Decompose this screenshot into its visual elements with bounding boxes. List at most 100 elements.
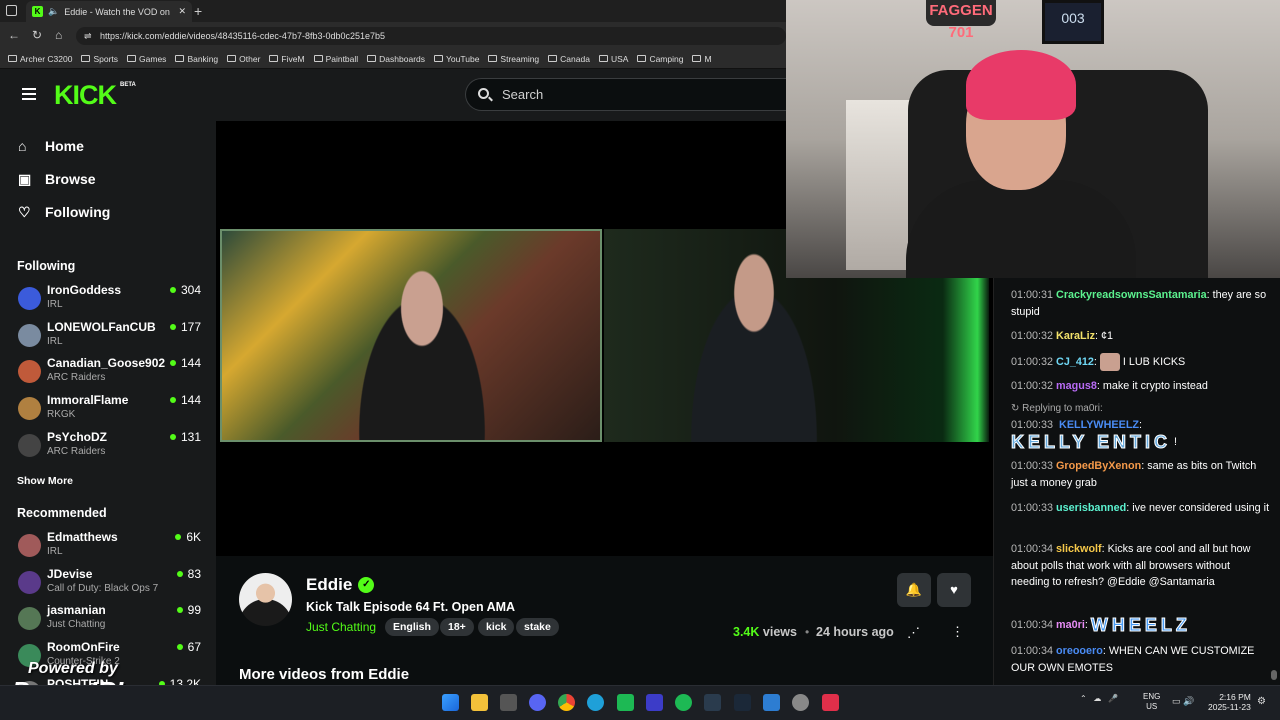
bg-app-icon[interactable] [704,694,721,711]
chat-username[interactable]: GropedByXenon [1056,460,1141,472]
mail-icon[interactable] [763,694,780,711]
edge-icon[interactable] [587,694,604,711]
sidebar-channel[interactable]: JDevise Call of Duty: Black Ops 7 83 [18,566,208,602]
channel-avatar [18,360,41,384]
tag-kick[interactable]: kick [478,618,515,636]
store-icon[interactable] [500,694,517,711]
bookmark-item[interactable]: Canada [548,54,590,64]
bookmark-item[interactable]: Archer C3200 [8,54,72,64]
sidebar-channel[interactable]: jasmanian Just Chatting 99 [18,602,208,638]
bookmark-item[interactable]: M [692,54,712,64]
record-app-icon[interactable] [822,694,839,711]
sidebar-channel[interactable]: PsYchoDZ ARC Raiders 131 [18,429,208,465]
language-indicator[interactable]: ENG US [1143,692,1160,712]
chat-username[interactable]: oreooero [1056,645,1103,657]
chat-message: 01:00:33 KELLYWHEELZ: KELLY ENTIC ! [1010,419,1178,452]
search-input[interactable]: Search [465,78,786,111]
chat-timestamp: 01:00:34 [1011,543,1054,555]
app-icon[interactable] [617,694,634,711]
close-tab-icon[interactable]: ✕ [178,6,186,17]
viewer-count-number: 144 [180,356,201,371]
channel-avatar[interactable] [239,573,292,626]
nav-browse[interactable]: ▣ Browse [18,171,96,187]
category-link[interactable]: Just Chatting [306,620,376,634]
sidebar-channel[interactable]: IronGoddess IRL 304 [18,282,208,318]
url-text: https://kick.com/eddie/videos/48435116-c… [100,31,386,41]
bookmark-item[interactable]: Banking [175,54,218,64]
url-field[interactable]: ⇌ https://kick.com/eddie/videos/48435116… [76,27,786,45]
chat-message: 01:00:31 CrackyreadsownsSantamaria: they … [1011,289,1267,318]
channel-avatar [18,433,41,457]
share-icon[interactable]: ⋰ [907,625,920,641]
sidebar-channel[interactable]: LONEWOLFanCUB IRL 177 [18,319,208,355]
heart-icon: ♡ [18,204,31,220]
new-tab-button[interactable]: + [194,3,202,19]
viewer-count: 99 [176,603,201,617]
viewer-count: 131 [169,430,201,444]
live-dot-icon [175,534,182,540]
chat-timestamp: 01:00:32 [1011,380,1054,392]
chat-username[interactable]: KaraLiz [1056,330,1095,342]
site-info-icon[interactable]: ⇌ [84,27,92,45]
menu-icon[interactable] [22,88,36,100]
bookmark-item[interactable]: USA [598,54,628,64]
bookmark-item[interactable]: Sports [81,54,118,64]
folder-icon [434,55,444,62]
file-explorer-icon[interactable] [471,694,488,711]
sidebar-channel[interactable]: Canadian_Goose902 ARC Raiders 144 [18,355,208,391]
nav-home[interactable]: ⌂ Home [18,138,84,154]
chat-username[interactable]: userisbanned [1056,502,1126,514]
settings-icon[interactable] [792,694,809,711]
show-more-button[interactable]: Show More [17,475,73,487]
separator-dot: • [805,625,810,639]
channel-name[interactable]: Eddie ✓ [306,575,375,595]
notify-bell-button[interactable]: 🔔 [897,573,931,607]
notification-icon[interactable]: ⚙ [1257,696,1266,707]
bookmark-item[interactable]: Paintball [313,54,358,64]
bookmark-item[interactable]: Camping [637,54,683,64]
steam-icon[interactable] [734,694,751,711]
tag-english[interactable]: English [385,618,439,636]
system-tray[interactable]: ⌃ ☁ 🎤 [1080,694,1122,703]
folder-icon [127,55,137,62]
follow-heart-button[interactable]: ♥ [937,573,971,607]
chat-message: 01:00:34 oreooero: WHEN CAN WE CUSTOMIZE … [1011,645,1255,674]
channel-avatar [18,534,41,557]
chat-username[interactable]: ma0ri [1056,619,1085,631]
spotify-icon[interactable] [675,694,692,711]
bookmark-item[interactable]: FiveM [269,54,305,64]
bookmark-item[interactable]: Other [227,54,260,64]
tag-stake[interactable]: stake [516,618,559,636]
network-volume-icons[interactable]: ▭ 🔊 [1172,696,1194,707]
bookmark-item[interactable]: Streaming [488,54,539,64]
refresh-icon[interactable]: ↻ [32,28,42,42]
verified-icon: ✓ [358,577,375,593]
chrome-icon[interactable] [558,694,575,711]
bookmark-item[interactable]: YouTube [434,54,479,64]
clock[interactable]: 2:16 PM 2025-11-23 [1208,692,1251,712]
nav-following[interactable]: ♡ Following [18,204,110,220]
start-icon[interactable] [442,694,459,711]
chat-username[interactable]: CrackyreadsownsSantamaria [1056,289,1207,301]
chat-username[interactable]: slickwolf [1056,543,1102,555]
folder-icon [548,55,558,62]
speaker-icon[interactable]: 🔈 [48,6,59,17]
folder-icon [692,55,702,62]
chat-username[interactable]: magus8 [1056,380,1097,392]
sidebar-channel[interactable]: Edmatthews IRL 6K [18,529,208,565]
chat-username[interactable]: CJ_412 [1056,356,1094,368]
tag-18plus[interactable]: 18+ [440,618,474,636]
chat-username[interactable]: KELLYWHEELZ [1059,419,1139,431]
obs-icon[interactable] [646,694,663,711]
home-icon[interactable]: ⌂ [55,28,62,42]
bookmark-item[interactable]: Games [127,54,166,64]
back-icon[interactable]: ← [8,28,20,42]
discord-icon[interactable] [529,694,546,711]
chat-scrollbar[interactable] [1271,670,1277,680]
kick-logo[interactable]: KICK [54,80,117,111]
sidebar-channel[interactable]: ImmoralFlame RKGK 144 [18,392,208,428]
browser-tab[interactable]: K 🔈 Eddie - Watch the VOD on K ✕ [26,1,192,22]
more-options-icon[interactable]: ⋮ [951,624,964,640]
window-menu-icon[interactable] [6,5,17,16]
bookmark-item[interactable]: Dashboards [367,54,425,64]
